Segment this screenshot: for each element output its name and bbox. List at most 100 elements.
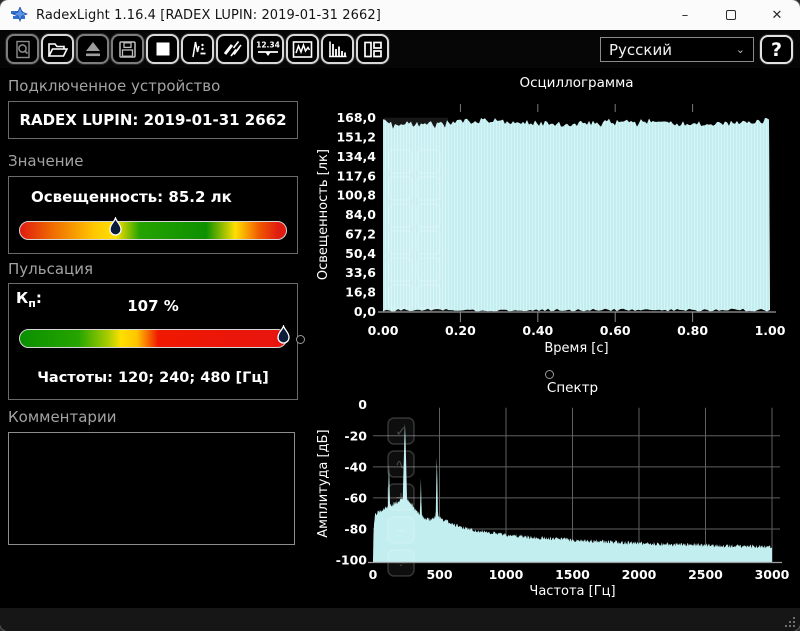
pulsation-marker-icon	[277, 325, 290, 344]
panel-splitter-handle[interactable]	[296, 335, 305, 344]
eject-device-icon	[85, 42, 100, 57]
chevron-down-icon: ⌄	[735, 43, 745, 56]
eject-device-button[interactable]	[76, 34, 109, 64]
close-button[interactable]: ✕	[754, 0, 800, 30]
svg-text:2500: 2500	[688, 567, 723, 582]
spectrum-view-icon	[329, 41, 347, 57]
app-window: RadexLight 1.16.4 [RADEX LUPIN: 2019-01-…	[0, 0, 800, 631]
numeric-display-button[interactable]: 12.34	[251, 34, 284, 64]
device-section-header: Подключенное устройство	[8, 77, 221, 95]
svg-text:∿: ∿	[395, 457, 407, 473]
svg-text:-80: -80	[344, 521, 367, 536]
svg-text:67,2: 67,2	[345, 226, 376, 241]
device-name: RADEX LUPIN: 2019-01-31 2662	[19, 111, 287, 129]
svg-text:117,6: 117,6	[336, 168, 376, 183]
pulsation-box: Кп: 107 % Частоты: 120; 240; 480 [Гц]	[8, 283, 298, 400]
illuminance-reading: Освещенность: 85.2 лк	[31, 188, 232, 206]
comments-input[interactable]	[8, 432, 295, 545]
oscillogram-view-button[interactable]	[286, 34, 319, 64]
numeric-icon-label: 12.34	[256, 41, 280, 50]
svg-text:1.00: 1.00	[755, 323, 786, 338]
open-file-button[interactable]	[41, 34, 74, 64]
svg-text:Освещенность [лк]: Освещенность [лк]	[316, 149, 331, 280]
svg-text:151,2: 151,2	[336, 130, 376, 145]
calibration-icon	[223, 40, 242, 56]
value-box: Освещенность: 85.2 лк	[8, 176, 298, 254]
svg-text:16,8: 16,8	[345, 285, 376, 300]
oscillogram-view-icon	[292, 40, 313, 58]
svg-text:84,0: 84,0	[345, 207, 376, 222]
svg-text:Спектр: Спектр	[547, 380, 598, 396]
app-icon	[11, 7, 28, 23]
language-select[interactable]: Русский ⌄	[600, 37, 754, 62]
record-button[interactable]	[181, 34, 214, 64]
svg-text:0.00: 0.00	[368, 323, 399, 338]
svg-text:1500: 1500	[555, 567, 590, 582]
stop-button[interactable]	[146, 34, 179, 64]
svg-text:100,8: 100,8	[336, 188, 376, 203]
svg-text:Частота [Гц]: Частота [Гц]	[529, 584, 615, 599]
layout-view-button[interactable]	[356, 34, 389, 64]
zoom-preview-icon	[15, 40, 30, 58]
svg-text:-100: -100	[336, 553, 368, 568]
svg-text:33,6: 33,6	[345, 265, 376, 280]
svg-text:0,0: 0,0	[354, 304, 376, 319]
svg-text:−: −	[395, 523, 407, 539]
chart-splitter-handle[interactable]	[545, 370, 554, 379]
stop-icon	[156, 42, 169, 56]
svg-text:2000: 2000	[622, 567, 657, 582]
frequencies-label: Частоты: 120; 240; 480 [Гц]	[37, 370, 269, 386]
calibration-button[interactable]	[216, 34, 249, 64]
svg-text:500: 500	[426, 567, 452, 582]
maximize-icon	[726, 10, 736, 20]
kp-value: 107 %	[127, 297, 179, 315]
svg-text:168,0: 168,0	[336, 110, 376, 125]
numeric-display-icon: 12.34	[256, 41, 280, 56]
statusbar	[0, 608, 800, 631]
svg-text:3000: 3000	[755, 567, 790, 582]
svg-text:-20: -20	[344, 428, 367, 443]
svg-text:134,4: 134,4	[336, 149, 376, 164]
spectrum-chart: Спектр Амплитуда [дБ] ✓ ∿ + − ⁘ 0 -20 -40 -60 -80 -1…	[310, 380, 800, 608]
resize-grip-icon[interactable]	[783, 615, 795, 627]
open-file-icon	[47, 42, 68, 57]
svg-text:0.80: 0.80	[677, 323, 708, 338]
svg-text:✓: ✓	[395, 424, 407, 440]
spectrum-plot: Спектр Амплитуда [дБ] ✓ ∿ + − ⁘ 0 -20 -40 -60 -80 -1…	[316, 380, 790, 599]
window-title: RadexLight 1.16.4 [RADEX LUPIN: 2019-01-…	[36, 7, 381, 23]
svg-text:0.40: 0.40	[522, 323, 553, 338]
svg-text:-60: -60	[344, 490, 367, 505]
svg-text:0: 0	[358, 397, 367, 412]
illuminance-scale-bar	[19, 221, 287, 240]
spectrum-view-button[interactable]	[321, 34, 354, 64]
svg-text:50,4: 50,4	[345, 246, 376, 261]
oscillogram-plot: Осциллограмма Освещенность [лк] 168,0 151,2…	[316, 75, 786, 356]
record-icon	[191, 41, 205, 57]
svg-text:0: 0	[369, 567, 378, 582]
device-box: RADEX LUPIN: 2019-01-31 2662	[8, 101, 298, 139]
oscillogram-chart: Осциллограмма Освещенность [лк] 168,0 151,2…	[310, 75, 800, 377]
illuminance-marker-icon	[109, 217, 122, 236]
zoom-preview-button[interactable]	[6, 34, 39, 64]
save-button[interactable]	[111, 34, 144, 64]
svg-text:1000: 1000	[489, 567, 524, 582]
save-icon	[119, 40, 136, 58]
pulsation-section-header: Пульсация	[8, 260, 94, 278]
layout-view-icon	[363, 41, 382, 57]
svg-text:+: +	[395, 490, 407, 506]
svg-text:0.20: 0.20	[445, 323, 476, 338]
svg-text:Амплитуда [дБ]: Амплитуда [дБ]	[316, 429, 331, 537]
maximize-button[interactable]	[708, 0, 754, 30]
minimize-button[interactable]: –	[662, 0, 708, 30]
svg-text:-40: -40	[344, 459, 367, 474]
svg-text:⁘: ⁘	[395, 556, 407, 572]
svg-text:Время [с]: Время [с]	[544, 341, 608, 356]
pulsation-scale-bar	[19, 329, 287, 348]
titlebar: RadexLight 1.16.4 [RADEX LUPIN: 2019-01-…	[0, 0, 800, 30]
toolbar: 12.34 Русский ⌄ ?	[0, 30, 800, 68]
help-button[interactable]: ?	[760, 35, 793, 64]
value-section-header: Значение	[8, 152, 84, 170]
svg-text:0.60: 0.60	[600, 323, 631, 338]
language-value: Русский	[609, 40, 672, 59]
comments-section-header: Комментарии	[8, 408, 117, 426]
